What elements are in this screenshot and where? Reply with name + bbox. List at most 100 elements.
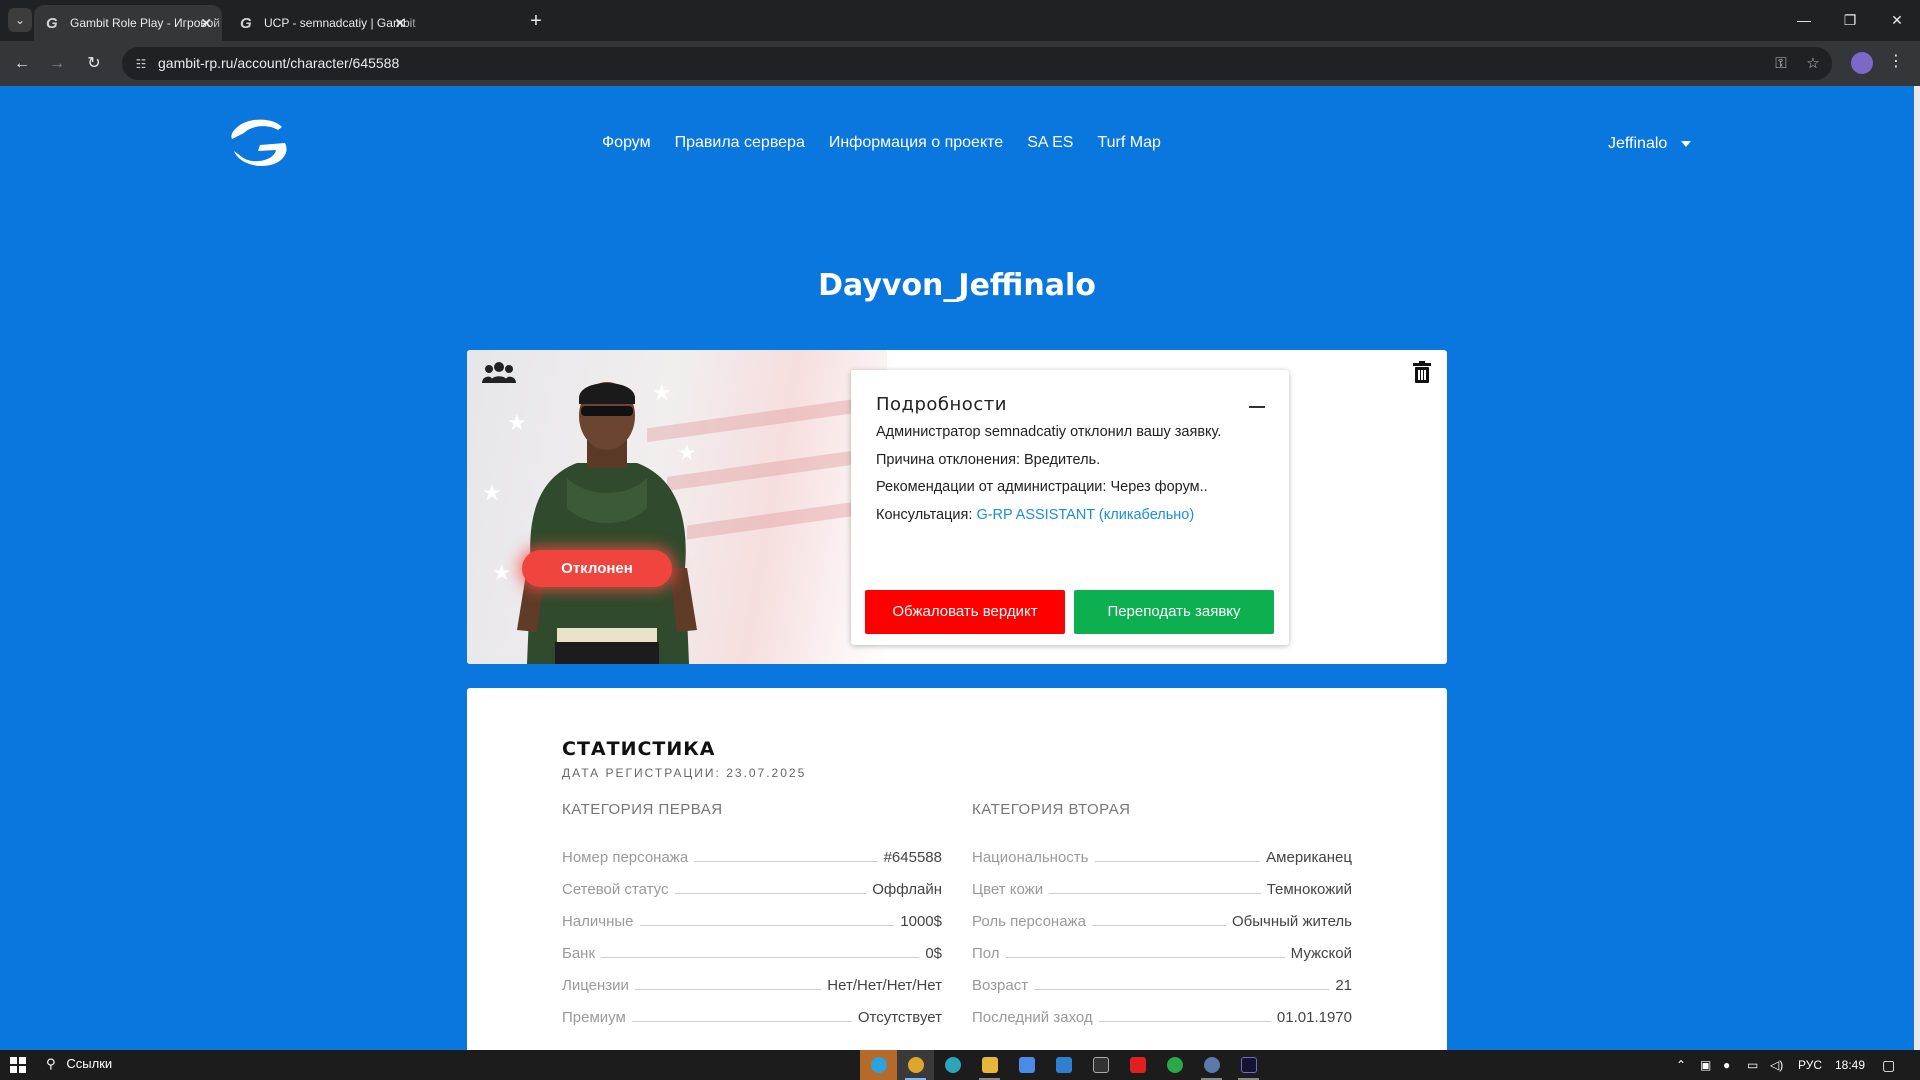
details-panel: Подробности Администратор semnadcatiy от… xyxy=(851,370,1289,645)
nav-turf-map-link[interactable]: Turf Map xyxy=(1097,134,1160,152)
address-bar[interactable]: ☷ gambit-rp.ru/account/character/645588 … xyxy=(122,47,1832,80)
taskbar-chrome-icon[interactable] xyxy=(897,1050,934,1080)
forward-arrow-icon[interactable]: → xyxy=(44,51,70,77)
restore-window-icon[interactable]: ❐ xyxy=(1827,0,1873,41)
tray-volume-icon[interactable]: ◁) xyxy=(1770,1050,1783,1080)
nav-forum-link[interactable]: Форум xyxy=(602,134,651,152)
nav-rules-link[interactable]: Правила сервера xyxy=(675,134,805,152)
site-info-icon[interactable]: ☷ xyxy=(132,55,150,73)
stat-row: Возраст 21 xyxy=(972,962,1352,994)
close-window-icon[interactable]: ✕ xyxy=(1874,0,1920,41)
stat-row: Лицензии Нет/Нет/Нет/Нет xyxy=(562,962,942,994)
password-key-icon[interactable]: ⚿ xyxy=(1770,53,1792,75)
browser-menu-icon[interactable]: ⋮ xyxy=(1888,51,1904,71)
stat-value: Оффлайн xyxy=(872,881,942,898)
stat-label: Лицензии xyxy=(562,977,629,994)
stat-value: #645588 xyxy=(883,849,942,866)
page-content: Форум Правила сервера Информация о проек… xyxy=(0,86,1920,1050)
reload-icon[interactable]: ↻ xyxy=(81,51,107,77)
stat-row: Номер персонажа #645588 xyxy=(562,834,942,866)
user-menu-dropdown[interactable]: Jeffinalo xyxy=(1608,135,1692,153)
character-name-title: Dayvon_Jeffinalo xyxy=(818,268,1096,303)
gambit-favicon-icon: G xyxy=(46,15,58,32)
tab-title: Gambit Role Play - Игровой пр xyxy=(70,16,222,30)
stat-value: Темнокожий xyxy=(1266,881,1352,898)
stat-label: Банк xyxy=(562,945,596,962)
taskbar-steam-icon[interactable] xyxy=(1193,1050,1230,1080)
category-first: КАТЕГОРИЯ ПЕРВАЯ Номер персонажа #645588 … xyxy=(562,801,942,1026)
taskbar-mail-icon[interactable] xyxy=(1045,1050,1082,1080)
stat-value: 1000$ xyxy=(900,913,942,930)
taskbar-search[interactable]: ⚲ Ссылки xyxy=(46,1056,112,1072)
taskbar-search-label: Ссылки xyxy=(66,1056,113,1071)
assistant-link[interactable]: G-RP ASSISTANT (кликабельно) xyxy=(976,507,1194,523)
stat-label: Возраст xyxy=(972,977,1029,994)
stat-value: Нет/Нет/Нет/Нет xyxy=(827,977,942,994)
stat-row: Сетевой статус Оффлайн xyxy=(562,866,942,898)
stat-value: 0$ xyxy=(925,945,942,962)
close-tab-icon[interactable]: ✕ xyxy=(394,5,406,41)
resubmit-application-button[interactable]: Переподать заявку xyxy=(1074,590,1274,634)
tab-title: UCP - semnadcatiy | Gambit Ro xyxy=(264,16,416,30)
taskbar-epic-icon[interactable] xyxy=(1082,1050,1119,1080)
gambit-logo-icon[interactable] xyxy=(230,115,288,171)
taskbar-game-icon[interactable] xyxy=(1230,1050,1267,1080)
category-heading: КАТЕГОРИЯ ПЕРВАЯ xyxy=(562,801,723,818)
stat-label: Номер персонажа xyxy=(562,849,689,866)
stat-value: Мужской xyxy=(1290,945,1352,962)
taskbar-apps xyxy=(860,1050,1267,1080)
notifications-icon[interactable]: ▢ xyxy=(1882,1050,1895,1080)
back-arrow-icon[interactable]: ← xyxy=(9,51,35,77)
taskbar-youtube-icon[interactable] xyxy=(1119,1050,1156,1080)
tray-microphone-icon[interactable]: ● xyxy=(1723,1050,1730,1080)
appeal-verdict-button[interactable]: Обжаловать вердикт xyxy=(865,590,1065,634)
stat-value: 01.01.1970 xyxy=(1276,1009,1352,1026)
tray-clock[interactable]: 18:49 xyxy=(1835,1050,1865,1080)
collapse-minus-icon[interactable] xyxy=(1249,406,1265,408)
stat-label: Наличные xyxy=(562,913,634,930)
character-skin-image xyxy=(517,382,697,664)
tray-language[interactable]: РУС xyxy=(1798,1050,1822,1080)
tray-network-icon[interactable]: ▭ xyxy=(1747,1050,1758,1080)
close-tab-icon[interactable]: ✕ xyxy=(200,5,212,41)
stat-label: Национальность xyxy=(972,849,1089,866)
nav-sa-es-link[interactable]: SA ES xyxy=(1027,134,1073,152)
tray-meet-icon[interactable]: ▣ xyxy=(1700,1050,1711,1080)
page-scrollbar[interactable] xyxy=(1914,86,1920,1050)
consultation-label: Консультация: xyxy=(876,507,973,523)
new-tab-button[interactable]: + xyxy=(522,7,550,35)
taskbar-explorer-icon[interactable] xyxy=(971,1050,1008,1080)
browser-tab-bar: ⌄ G Gambit Role Play - Игровой пр ✕ G UC… xyxy=(0,0,1920,41)
taskbar-store-icon[interactable] xyxy=(1008,1050,1045,1080)
browser-tab-active[interactable]: G Gambit Role Play - Игровой пр ✕ xyxy=(34,5,222,41)
tray-chevron-up-icon[interactable]: ⌃ xyxy=(1676,1050,1686,1080)
main-navigation: Форум Правила сервера Информация о проек… xyxy=(602,134,1161,152)
tab-search-button[interactable]: ⌄ xyxy=(8,8,32,32)
stat-row: Банк 0$ xyxy=(562,930,942,962)
username: Jeffinalo xyxy=(1608,135,1668,152)
stat-label: Пол xyxy=(972,945,1000,962)
details-recommendations-line: Рекомендации от администрации: Через фор… xyxy=(876,479,1208,495)
profile-avatar[interactable] xyxy=(1851,52,1873,74)
stat-label: Роль персонажа xyxy=(972,913,1086,930)
stat-row: Последний заход 01.01.1970 xyxy=(972,994,1352,1026)
search-icon: ⚲ xyxy=(46,1056,56,1071)
stat-row: Национальность Американец xyxy=(972,834,1352,866)
browser-tab[interactable]: G UCP - semnadcatiy | Gambit Ro ✕ xyxy=(228,5,416,41)
nav-project-info-link[interactable]: Информация о проекте xyxy=(829,134,1003,152)
delete-trash-icon[interactable] xyxy=(1413,361,1431,383)
bookmark-star-icon[interactable]: ☆ xyxy=(1802,53,1824,75)
statistics-card: СТАТИСТИКА ДАТА РЕГИСТРАЦИИ: 23.07.2025 … xyxy=(467,688,1447,1050)
taskbar-telegram-icon[interactable] xyxy=(860,1050,897,1080)
gambit-favicon-icon: G xyxy=(240,15,252,32)
rejected-status-badge: Отклонен xyxy=(522,550,672,587)
taskbar-xbox-icon[interactable] xyxy=(1156,1050,1193,1080)
url-text[interactable]: gambit-rp.ru/account/character/645588 xyxy=(158,47,399,80)
details-consultation-line: Консультация: G-RP ASSISTANT (кликабельн… xyxy=(876,507,1194,523)
minimize-window-icon[interactable]: — xyxy=(1781,0,1827,41)
stat-label: Премиум xyxy=(562,1009,626,1026)
windows-start-icon[interactable] xyxy=(10,1057,26,1073)
category-heading: КАТЕГОРИЯ ВТОРАЯ xyxy=(972,801,1131,818)
browser-toolbar: ← → ↻ ☷ gambit-rp.ru/account/character/6… xyxy=(0,41,1920,86)
taskbar-edge-icon[interactable] xyxy=(934,1050,971,1080)
